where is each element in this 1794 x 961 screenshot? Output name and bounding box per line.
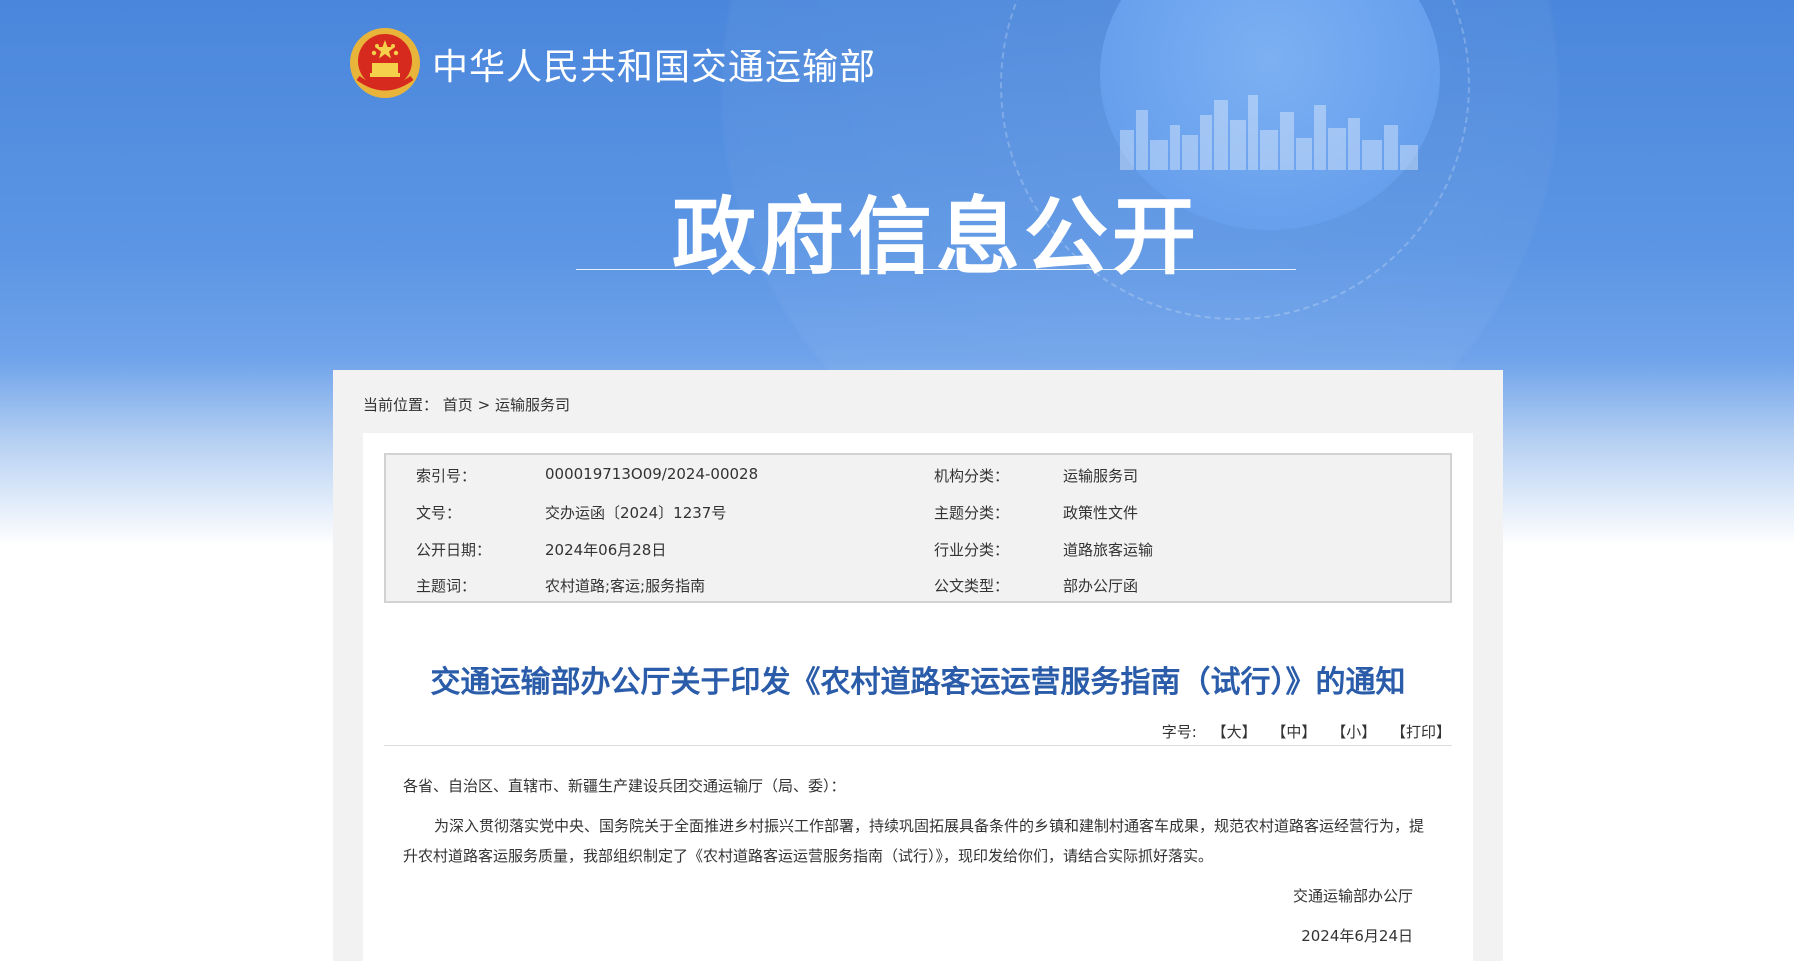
meta-value-pub-date: 2024年06月28日 (545, 541, 667, 559)
meta-value-org: 运输服务司 (1063, 467, 1139, 485)
meta-value-keywords: 农村道路;客运;服务指南 (545, 577, 706, 595)
site-name[interactable]: 中华人民共和国交通运输部 (432, 38, 876, 90)
salutation: 各省、自治区、直辖市、新疆生产建设兵团交通运输厅（局、委）： (403, 777, 846, 795)
meta-value-index-no: 000019713O09/2024-00028 (545, 465, 759, 483)
meta-label: 机构分类： (934, 467, 1010, 485)
meta-label: 主题分类： (934, 504, 1010, 522)
meta-value-industry: 道路旅客运输 (1063, 541, 1154, 559)
meta-row: 索引号： 000019713O09/2024-00028 机构分类： 运输服务司 (386, 455, 1450, 491)
meta-row: 主题词： 农村道路;客运;服务指南 公文类型： 部办公厅函 (386, 565, 1450, 601)
article-content: 索引号： 000019713O09/2024-00028 机构分类： 运输服务司… (363, 433, 1473, 961)
font-size-toolbar: 字号: 【大】 【中】 【小】 【打印】 (1162, 721, 1451, 742)
divider (384, 745, 1452, 746)
meta-value-doc-no: 交办运函〔2024〕1237号 (545, 504, 727, 522)
meta-label: 行业分类： (934, 541, 1010, 559)
breadcrumb-home-link[interactable]: 首页 (443, 396, 473, 414)
breadcrumb-separator: > (477, 396, 491, 414)
article-title: 交通运输部办公厅关于印发《农村道路客运运营服务指南（试行）》的通知 (430, 665, 1406, 700)
meta-label: 文号： (416, 504, 462, 522)
font-size-label: 字号: (1161, 723, 1197, 741)
signer: 交通运输部办公厅 (1292, 887, 1413, 905)
national-emblem-icon (350, 28, 420, 98)
meta-row: 公开日期： 2024年06月28日 行业分类： 道路旅客运输 (386, 529, 1450, 565)
main-panel: 当前位置： 首页 > 运输服务司 索引号： 000019713O09/2024-… (333, 370, 1503, 961)
meta-value-doc-type: 部办公厅函 (1063, 577, 1139, 595)
page-heading: 政府信息公开 (671, 188, 1200, 286)
metadata-table: 索引号： 000019713O09/2024-00028 机构分类： 运输服务司… (384, 453, 1452, 603)
body-paragraph: 为深入贯彻落实党中央、国务院关于全面推进乡村振兴工作部署，持续巩固拓展具备条件的… (403, 817, 1425, 865)
font-small-button[interactable]: 【小】 (1331, 723, 1376, 741)
meta-label: 索引号： (416, 467, 477, 485)
breadcrumb-current-link[interactable]: 运输服务司 (495, 396, 570, 414)
meta-label: 公文类型： (934, 577, 1010, 595)
meta-label: 主题词： (416, 577, 477, 595)
city-skyline-icon (1120, 95, 1418, 170)
signature-date: 2024年6月24日 (1301, 927, 1413, 945)
heading-underline (576, 269, 1296, 270)
meta-row: 文号： 交办运函〔2024〕1237号 主题分类： 政策性文件 (386, 492, 1450, 528)
breadcrumb-prefix: 当前位置： (363, 396, 439, 414)
breadcrumb: 当前位置： 首页 > 运输服务司 (363, 394, 570, 415)
print-button[interactable]: 【打印】 (1391, 723, 1451, 741)
meta-label: 公开日期： (416, 541, 492, 559)
font-large-button[interactable]: 【大】 (1212, 723, 1257, 741)
meta-value-topic: 政策性文件 (1063, 504, 1139, 522)
font-medium-button[interactable]: 【中】 (1271, 723, 1316, 741)
